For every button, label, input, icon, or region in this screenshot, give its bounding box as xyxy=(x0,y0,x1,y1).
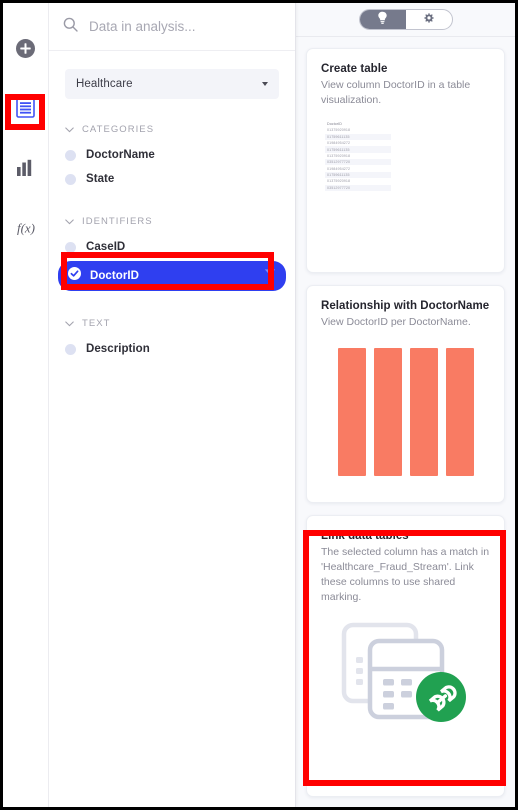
data-table-icon xyxy=(16,98,35,118)
bar-chart-icon xyxy=(16,159,35,177)
bar-chart-preview xyxy=(321,347,490,476)
bar xyxy=(409,347,438,476)
bar xyxy=(373,347,402,476)
filter-icon[interactable] xyxy=(264,267,276,285)
column-type-dot xyxy=(65,173,76,185)
column-description[interactable]: Description xyxy=(49,337,295,361)
group-title: CATEGORIES xyxy=(82,123,155,135)
column-label: State xyxy=(86,173,115,185)
search-icon xyxy=(63,17,78,37)
table-preview: DoctorID 01375920918 01759611135 0198495… xyxy=(325,121,391,191)
column-group-categories: CATEGORIES DoctorName State xyxy=(49,115,295,191)
toggle-recommendations[interactable] xyxy=(359,10,406,29)
svg-text:f(x): f(x) xyxy=(16,221,34,236)
card-title: Create table xyxy=(321,63,388,75)
column-doctorid-left: DoctorID xyxy=(68,267,139,285)
column-type-dot xyxy=(65,343,76,355)
group-title: IDENTIFIERS xyxy=(82,215,153,227)
rail-item-add[interactable] xyxy=(11,33,41,63)
search-input[interactable] xyxy=(89,19,281,34)
column-group-identifiers: IDENTIFIERS CaseID DoctorID xyxy=(49,207,295,293)
column-state[interactable]: State xyxy=(49,167,295,191)
recommendations-panel: Create table View column DoctorID in a t… xyxy=(296,3,515,807)
card-description: View DoctorID per DoctorName. xyxy=(321,316,471,328)
group-header-text[interactable]: TEXT xyxy=(49,309,295,337)
toggle-settings[interactable] xyxy=(406,10,452,29)
link-badge-icon xyxy=(415,671,466,722)
data-tables-icon xyxy=(341,622,466,722)
gear-icon xyxy=(423,11,435,29)
column-group-text: TEXT Description xyxy=(49,309,295,361)
column-doctorname[interactable]: DoctorName xyxy=(49,143,295,167)
chevron-down-icon xyxy=(65,120,74,138)
check-circle-icon xyxy=(68,267,81,285)
rail-item-data-table[interactable] xyxy=(11,93,41,123)
group-header-categories[interactable]: CATEGORIES xyxy=(49,115,295,143)
card-create-table[interactable]: Create table View column DoctorID in a t… xyxy=(306,48,505,273)
function-icon: f(x) xyxy=(15,219,37,237)
column-label: Description xyxy=(86,343,150,355)
table-selector-wrap: Healthcare xyxy=(49,51,295,99)
add-icon xyxy=(16,38,35,58)
table-selector[interactable]: Healthcare xyxy=(65,69,279,99)
column-label: DoctorName xyxy=(86,149,155,161)
card-link-data-tables[interactable]: Link data tables The selected column has… xyxy=(306,515,505,797)
group-header-identifiers[interactable]: IDENTIFIERS xyxy=(49,207,295,235)
recommendation-cards: Create table View column DoctorID in a t… xyxy=(296,37,515,807)
icon-rail: f(x) xyxy=(3,3,48,807)
link-illustration xyxy=(321,617,490,729)
column-caseid[interactable]: CaseID xyxy=(49,235,295,259)
card-title: Relationship with DoctorName xyxy=(321,300,490,312)
panel-mode-toggle[interactable] xyxy=(358,9,453,30)
rail-item-visualizations[interactable] xyxy=(11,153,41,183)
panel-toggle-bar xyxy=(296,3,515,37)
bar xyxy=(337,347,366,476)
card-description: The selected column has a match in 'Heal… xyxy=(321,546,490,603)
column-label: CaseID xyxy=(86,241,126,253)
table-preview-row: 03512977720 xyxy=(325,184,391,191)
column-type-dot xyxy=(65,241,76,253)
card-relationship[interactable]: Relationship with DoctorName View Doctor… xyxy=(306,285,505,503)
chevron-down-icon xyxy=(262,82,268,86)
group-title: TEXT xyxy=(82,317,111,329)
search-bar[interactable] xyxy=(49,3,295,51)
data-panel-sidebar: Healthcare CATEGORIES DoctorName State xyxy=(48,3,296,807)
card-title: Link data tables xyxy=(321,530,409,542)
bar xyxy=(445,347,474,476)
chevron-down-icon xyxy=(65,212,74,230)
column-doctorid[interactable]: DoctorID xyxy=(58,261,286,291)
rail-item-expressions[interactable]: f(x) xyxy=(11,213,41,243)
lightbulb-icon xyxy=(377,11,388,29)
chevron-down-icon xyxy=(65,314,74,332)
table-selector-value: Healthcare xyxy=(76,78,133,90)
column-type-dot xyxy=(65,149,76,161)
app-window: f(x) Healthcare xyxy=(0,0,518,810)
column-label: DoctorID xyxy=(90,270,139,282)
card-description: View column DoctorID in a table visualiz… xyxy=(321,79,471,106)
